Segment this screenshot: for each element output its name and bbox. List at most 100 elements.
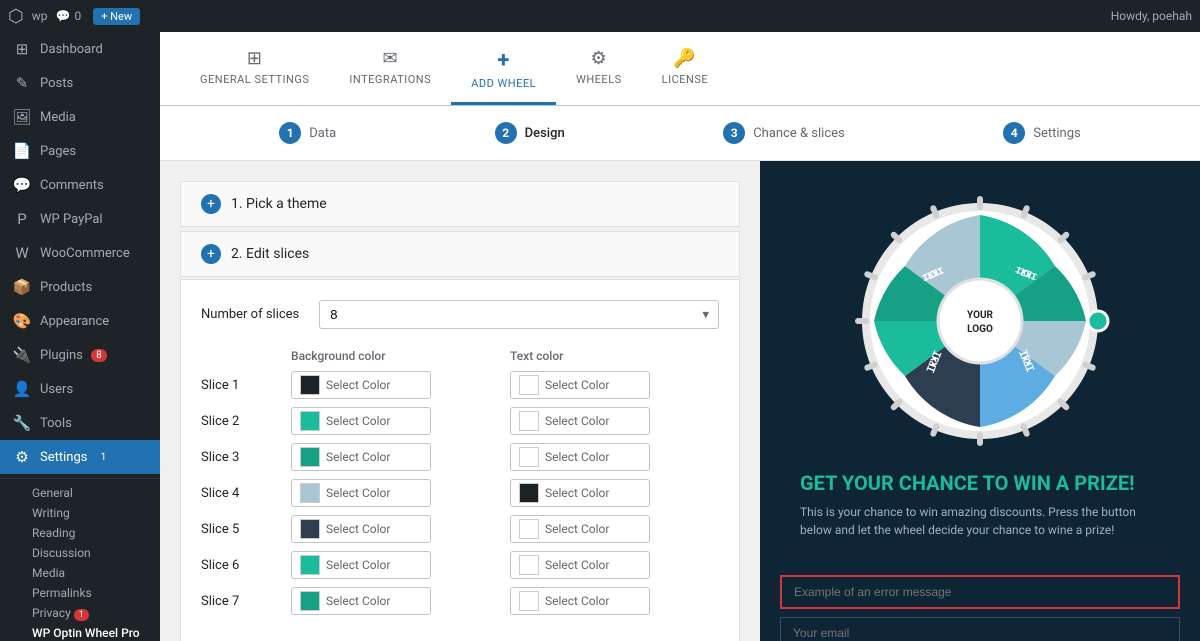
step-chance[interactable]: 3 Chance & slices <box>723 122 845 144</box>
slice-7-bg-swatch <box>300 591 320 611</box>
comments-icon[interactable]: 💬 <box>55 9 70 23</box>
edit-slices-header[interactable]: + 2. Edit slices <box>180 231 740 277</box>
sidebar-sub-privacy[interactable]: Privacy 1 <box>0 603 160 623</box>
products-icon: 📦 <box>12 278 32 296</box>
slice-4-text-color[interactable]: Select Color <box>510 479 650 507</box>
slice-6-label: Slice 6 <box>201 558 281 573</box>
appearance-icon: 🎨 <box>12 312 32 330</box>
sidebar-item-dashboard[interactable]: ⊞ Dashboard <box>0 32 160 66</box>
slice-row-4: Slice 4 Select Color Select Color <box>201 479 719 507</box>
step-settings[interactable]: 4 Settings <box>1003 122 1080 144</box>
sidebar-label-appearance: Appearance <box>40 314 109 329</box>
sidebar-sub-permalinks[interactable]: Permalinks <box>0 583 160 603</box>
slice-7-bg-color[interactable]: Select Color <box>291 587 431 615</box>
slice-6-text-color[interactable]: Select Color <box>510 551 650 579</box>
slice-5-text-swatch <box>519 519 539 539</box>
slice-1-bg-label: Select Color <box>326 378 390 392</box>
slice-7-text-color[interactable]: Select Color <box>510 587 650 615</box>
sidebar-sub-media[interactable]: Media <box>0 563 160 583</box>
tab-add-wheel[interactable]: + ADD WHEEL <box>451 32 556 105</box>
promo-title-start: GET YOUR CHANCE TO <box>800 471 1013 495</box>
tab-add-wheel-label: ADD WHEEL <box>471 77 536 90</box>
num-slices-label: Number of slices <box>201 307 299 322</box>
sidebar-item-media[interactable]: 🖼 Media <box>0 100 160 134</box>
site-name[interactable]: wp <box>32 9 48 23</box>
promo-text: GET YOUR CHANCE TO WIN A PRIZE! This is … <box>780 471 1180 555</box>
wheel-svg: TEXT TEXT TEXT TEXT TEXT TEXT TEXT TEXT … <box>850 191 1110 451</box>
slice-1-text-color[interactable]: Select Color <box>510 371 650 399</box>
slice-7-label: Slice 7 <box>201 594 281 609</box>
email-input[interactable] <box>780 617 1180 641</box>
slice-3-text-color[interactable]: Select Color <box>510 443 650 471</box>
sidebar-sub-discussion[interactable]: Discussion <box>0 543 160 563</box>
sidebar-label-media: Media <box>40 110 76 125</box>
pick-theme-header[interactable]: + 1. Pick a theme <box>180 181 740 227</box>
sidebar-item-posts[interactable]: ✎ Posts <box>0 66 160 100</box>
users-icon: 👤 <box>12 380 32 398</box>
slice-6-bg-swatch <box>300 555 320 575</box>
sidebar-item-appearance[interactable]: 🎨 Appearance <box>0 304 160 338</box>
step-label-design: Design <box>525 126 565 141</box>
sidebar-item-comments[interactable]: 💬 Comments <box>0 168 160 202</box>
slice-3-bg-color[interactable]: Select Color <box>291 443 431 471</box>
sidebar: ⊞ Dashboard ✎ Posts 🖼 Media 📄 Pages 💬 Co… <box>0 32 160 641</box>
howdy-text: Howdy, poehah <box>1111 9 1192 23</box>
step-design[interactable]: 2 Design <box>495 122 565 144</box>
sidebar-item-plugins[interactable]: 🔌 Plugins 8 <box>0 338 160 372</box>
step-label-chance: Chance & slices <box>753 126 845 141</box>
sidebar-item-pages[interactable]: 📄 Pages <box>0 134 160 168</box>
sidebar-item-products[interactable]: 📦 Products <box>0 270 160 304</box>
slice-4-bg-color[interactable]: Select Color <box>291 479 431 507</box>
step-data[interactable]: 1 Data <box>279 122 336 144</box>
slice-5-text-color[interactable]: Select Color <box>510 515 650 543</box>
error-message-input[interactable] <box>780 575 1180 609</box>
tools-icon: 🔧 <box>12 414 32 432</box>
slice-2-bg-color[interactable]: Select Color <box>291 407 431 435</box>
sidebar-item-woocommerce[interactable]: W WooCommerce <box>0 236 160 270</box>
slice-6-bg-label: Select Color <box>326 558 390 572</box>
step-num-3: 3 <box>723 122 745 144</box>
sidebar-sub-reading[interactable]: Reading <box>0 523 160 543</box>
wheel-center-text-2: LOGO <box>967 324 993 335</box>
main-content: ⊞ GENERAL SETTINGS ✉ INTEGRATIONS + ADD … <box>160 32 1200 641</box>
sidebar-label-comments: Comments <box>40 178 104 193</box>
slices-config: Number of slices 8 4 6 10 12 <box>180 279 740 641</box>
new-button[interactable]: + New <box>93 8 140 25</box>
tab-license[interactable]: 🔑 LICENSE <box>642 32 728 105</box>
tab-wheels-label: WHEELS <box>576 73 622 86</box>
slice-3-text-swatch <box>519 447 539 467</box>
sidebar-item-users[interactable]: 👤 Users <box>0 372 160 406</box>
sidebar-item-settings[interactable]: ⚙ Settings 1 <box>0 440 160 474</box>
sidebar-label-pages: Pages <box>40 144 76 159</box>
num-slices-select[interactable]: 8 4 6 10 12 <box>319 300 719 329</box>
sidebar-item-wppaypal[interactable]: P WP PayPal <box>0 202 160 236</box>
sidebar-sub-writing[interactable]: Writing <box>0 503 160 523</box>
right-panel: TEXT TEXT TEXT TEXT TEXT TEXT TEXT TEXT … <box>760 161 1200 641</box>
slice-2-text-color[interactable]: Select Color <box>510 407 650 435</box>
num-slices-select-wrap: 8 4 6 10 12 <box>319 300 719 329</box>
bg-color-header: Background color <box>291 349 500 363</box>
slice-1-text-label: Select Color <box>545 378 609 392</box>
tab-wheels[interactable]: ⚙ WHEELS <box>556 32 642 105</box>
slice-4-bg-label: Select Color <box>326 486 390 500</box>
wheel-pointer <box>1088 311 1108 331</box>
slice-4-label: Slice 4 <box>201 486 281 501</box>
sidebar-sub-general[interactable]: General <box>0 483 160 503</box>
sidebar-item-tools[interactable]: 🔧 Tools <box>0 406 160 440</box>
step-num-2: 2 <box>495 122 517 144</box>
slice-6-bg-color[interactable]: Select Color <box>291 551 431 579</box>
slice-2-label: Slice 2 <box>201 414 281 429</box>
tab-integrations[interactable]: ✉ INTEGRATIONS <box>329 32 451 105</box>
slice-1-bg-color[interactable]: Select Color <box>291 371 431 399</box>
general-settings-tab-icon: ⊞ <box>247 48 263 69</box>
sidebar-label-dashboard: Dashboard <box>40 42 103 57</box>
slice-6-text-swatch <box>519 555 539 575</box>
slice-row-2: Slice 2 Select Color Select Color <box>201 407 719 435</box>
integrations-tab-icon: ✉ <box>383 48 399 69</box>
tab-general-settings[interactable]: ⊞ GENERAL SETTINGS <box>180 32 329 105</box>
settings-icon: ⚙ <box>12 448 32 466</box>
slice-5-bg-color[interactable]: Select Color <box>291 515 431 543</box>
sidebar-sub-wpoptin[interactable]: WP Optin Wheel Pro <box>0 623 160 641</box>
tab-general-settings-label: GENERAL SETTINGS <box>200 73 309 86</box>
tab-integrations-label: INTEGRATIONS <box>349 73 431 86</box>
